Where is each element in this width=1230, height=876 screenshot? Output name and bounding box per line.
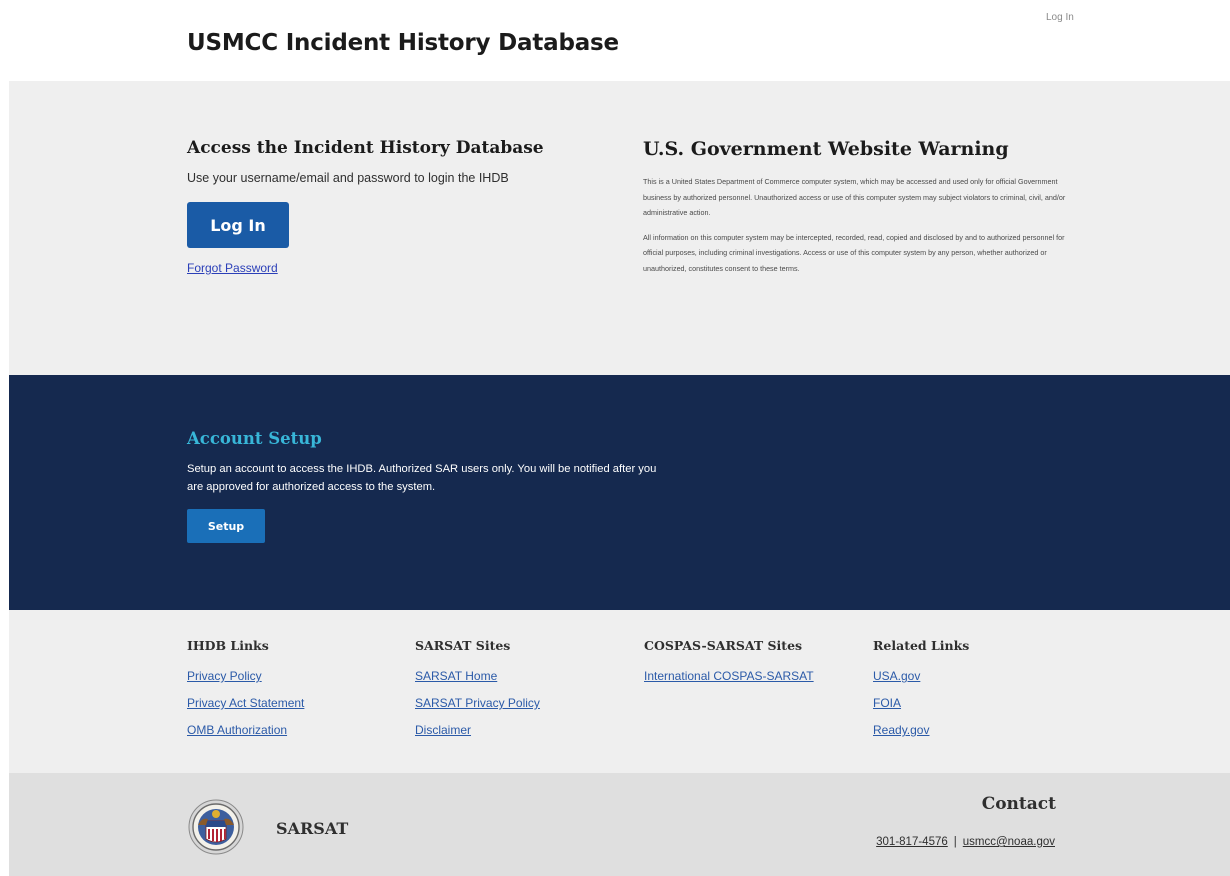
site-footer: SARSAT Contact 301-817-4576 | usmcc@noaa.g…	[9, 773, 1230, 876]
sarsat-sites-column: SARSAT Sites SARSAT Home SARSAT Privacy …	[415, 638, 540, 737]
footer-org-name: SARSAT	[276, 819, 349, 838]
account-setup-section: Account Setup Setup an account to access…	[9, 375, 1230, 610]
access-section: Access the Incident History Database Use…	[9, 81, 1230, 375]
international-cospas-sarsat-link[interactable]: International COSPAS-SARSAT	[644, 669, 814, 683]
privacy-act-statement-link[interactable]: Privacy Act Statement	[187, 696, 304, 710]
access-heading: Access the Incident History Database	[187, 138, 544, 158]
sarsat-privacy-policy-link[interactable]: SARSAT Privacy Policy	[415, 696, 540, 710]
related-links-column: Related Links USA.gov FOIA Ready.gov	[873, 638, 969, 737]
usa-gov-link[interactable]: USA.gov	[873, 669, 969, 683]
ihdb-links-heading: IHDB Links	[187, 638, 269, 653]
foia-link[interactable]: FOIA	[873, 696, 969, 710]
warning-column: U.S. Government Website Warning This is …	[643, 138, 1083, 276]
contact-email-link[interactable]: usmcc@noaa.gov	[963, 836, 1055, 848]
setup-description: Setup an account to access the IHDB. Aut…	[187, 463, 657, 493]
privacy-policy-link[interactable]: Privacy Policy	[187, 669, 304, 683]
contact-heading: Contact	[981, 794, 1056, 814]
warning-paragraph-2: All information on this computer system …	[643, 232, 1065, 273]
ihdb-links-column: IHDB Links Privacy Policy Privacy Act St…	[187, 638, 304, 737]
sarsat-home-link[interactable]: SARSAT Home	[415, 669, 540, 683]
contact-separator: |	[953, 836, 957, 848]
forgot-password-link[interactable]: Forgot Password	[187, 261, 278, 275]
setup-button[interactable]: Setup	[187, 509, 265, 543]
ready-gov-link[interactable]: Ready.gov	[873, 723, 969, 737]
setup-heading: Account Setup	[187, 429, 322, 448]
setup-content: Account Setup Setup an account to access…	[187, 429, 707, 543]
cospas-sarsat-sites-column: COSPAS-SARSAT Sites International COSPAS…	[644, 638, 814, 683]
cospas-sarsat-sites-heading: COSPAS-SARSAT Sites	[644, 638, 803, 653]
site-header: USMCC Incident History Database Log In	[0, 0, 1230, 81]
access-description: Use your username/email and password to …	[187, 171, 509, 185]
disclaimer-link[interactable]: Disclaimer	[415, 723, 540, 737]
omb-authorization-link[interactable]: OMB Authorization	[187, 723, 304, 737]
contact-phone-link[interactable]: 301-817-4576	[876, 836, 948, 848]
warning-paragraph-1: This is a United States Department of Co…	[643, 177, 1066, 217]
warning-heading: U.S. Government Website Warning	[643, 138, 1009, 160]
sarsat-sites-heading: SARSAT Sites	[415, 638, 511, 653]
access-column: Access the Incident History Database Use…	[187, 138, 607, 277]
footer-links-section: IHDB Links Privacy Policy Privacy Act St…	[9, 610, 1230, 773]
related-links-heading: Related Links	[873, 638, 970, 653]
site-title: USMCC Incident History Database	[187, 30, 619, 56]
sarsat-seal-icon	[188, 799, 244, 855]
login-button[interactable]: Log In	[187, 202, 289, 248]
contact-info: 301-817-4576 | usmcc@noaa.gov	[876, 836, 1055, 848]
header-login-link[interactable]: Log In	[1046, 12, 1074, 23]
